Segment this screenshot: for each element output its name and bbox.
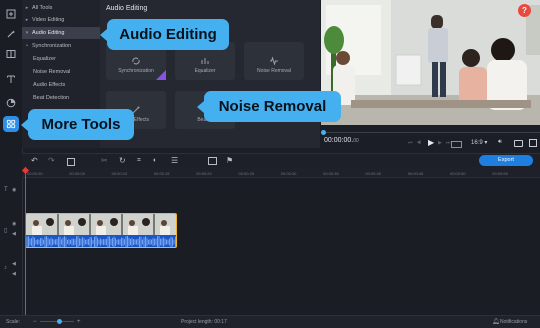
track-mute-icon[interactable]: ◀ <box>12 271 16 277</box>
seek-track[interactable] <box>321 132 540 133</box>
ruler-tick-label: 00:00:45 <box>407 171 424 176</box>
import-icon[interactable] <box>3 6 19 22</box>
tree-item-label: Audio Effects <box>33 82 66 88</box>
rotate-icon[interactable]: ↻ <box>119 156 126 165</box>
status-bar: Scale: − + Project length: 00:17 🔔︎ Noti… <box>0 315 540 328</box>
tool-tile-noise-removal[interactable]: Noise Removal <box>244 42 304 80</box>
collapse-icon: ▾ <box>25 30 29 36</box>
tree-item-all-tools[interactable]: ▸ All Tools <box>22 2 100 14</box>
tree-item-label: Noise Removal <box>33 69 71 75</box>
tree-item-audio-editing[interactable]: ▾ Audio Editing <box>22 27 100 39</box>
camera-icon[interactable] <box>514 140 523 147</box>
timecode: 00:00:00.00 <box>324 137 359 144</box>
tree-item-label: Audio Editing <box>32 30 65 36</box>
tree-item-label: Equalizer <box>33 56 56 62</box>
player-controls: 00:00:00.00 ⏮◀ ▶ ▶⏭ 16:9 ▾ 🔊︎ <box>321 125 540 153</box>
callout-audio-editing: Audio Editing <box>100 19 229 50</box>
aspect-ratio-select[interactable]: 16:9 ▾ <box>471 139 487 146</box>
timecode-main: 00:00:00. <box>324 137 354 144</box>
aspect-label: 16:9 <box>471 140 483 146</box>
tree-item-equalizer[interactable]: Equalizer <box>22 53 111 65</box>
titles-icon[interactable] <box>3 71 19 87</box>
more-tools-icon[interactable] <box>3 116 19 132</box>
crop-icon[interactable]: ⌗ <box>137 157 141 165</box>
clip-thumbnails <box>26 214 176 236</box>
playhead[interactable] <box>25 167 26 315</box>
track-eye-icon[interactable]: ◉ <box>12 221 16 227</box>
ruler-tick-label: 00:00:10 <box>111 171 128 176</box>
delete-icon[interactable] <box>67 158 75 166</box>
panel-title: Audio Editing <box>106 5 148 12</box>
video-clip[interactable] <box>25 213 177 237</box>
track-headers: T ◉ ▯ ◉ ◀ ♪ ◀ ◀ <box>0 177 23 315</box>
tile-label: Noise Removal <box>257 68 291 74</box>
scale-label: Scale: <box>6 319 20 325</box>
tree-item-beat-detection[interactable]: Beat Detection <box>22 92 111 104</box>
callout-noise-removal: Noise Removal <box>197 91 341 122</box>
color-adjust-icon[interactable]: ◐ <box>153 157 157 164</box>
volume-icon[interactable]: 🔊︎ <box>498 139 502 146</box>
expand-icon: ▸ <box>25 5 29 11</box>
cut-icon[interactable]: ✂ <box>101 156 108 165</box>
notifications-icon[interactable]: 🔔︎ <box>492 316 500 328</box>
left-tool-rail <box>0 0 23 165</box>
project-length: Project length: 00:17 <box>181 319 227 325</box>
ruler-tick-label: 00:00:35 <box>323 171 339 176</box>
scale-slider-handle[interactable] <box>57 319 62 324</box>
ruler-tick-label: 00:00:25 <box>238 171 255 176</box>
export-button[interactable]: Export <box>479 155 533 166</box>
ruler-tick-label: 00:00:00 <box>27 171 43 176</box>
play-icon[interactable]: ▶ <box>428 138 434 147</box>
preview-frame-image <box>321 0 540 125</box>
tree-item-label: All Tools <box>32 5 53 11</box>
track-eye-icon[interactable]: ◉ <box>12 187 16 193</box>
tile-label: Equalizer <box>194 68 216 74</box>
music-track-icon: ♪ <box>4 265 7 271</box>
text-track-icon: T <box>4 187 8 193</box>
audio-waveform[interactable] <box>25 235 177 248</box>
snapshot-icon[interactable] <box>451 141 462 148</box>
video-track-icon: ▯ <box>4 228 8 234</box>
magic-wand-icon[interactable] <box>3 26 19 42</box>
ruler-tick-label: 00:00:50 <box>450 171 466 176</box>
zoom-out-icon[interactable]: − <box>33 316 37 328</box>
help-button[interactable]: ? <box>518 4 531 17</box>
marker-flag-icon[interactable]: ⚑ <box>226 156 233 165</box>
waveform-graphic <box>26 235 176 247</box>
track-volume-icon[interactable]: ◀ <box>12 261 16 267</box>
undo-icon[interactable]: ↶ <box>31 156 38 165</box>
notifications-label[interactable]: Notifications <box>500 316 527 328</box>
ruler-tick-label: 00:00:15 <box>153 171 170 176</box>
callout-more-tools: More Tools <box>21 109 134 140</box>
premium-badge-icon <box>156 70 166 80</box>
ruler-tick-label: 00:00:55 <box>492 171 508 176</box>
tree-item-noise-removal[interactable]: Noise Removal <box>22 66 111 78</box>
redo-icon[interactable]: ↷ <box>48 156 55 165</box>
seek-handle[interactable] <box>321 130 326 135</box>
tree-item-label: Video Editing <box>32 17 65 23</box>
clip-properties-icon[interactable]: ☰ <box>171 156 178 165</box>
zoom-in-icon[interactable]: + <box>77 316 81 328</box>
insert-media-icon[interactable] <box>208 157 217 165</box>
expand-icon: ▸ <box>25 17 29 23</box>
ruler-tick-label: 00:00:40 <box>365 171 381 176</box>
tree-item-synchronization[interactable]: • Synchronization <box>22 40 100 52</box>
stickers-icon[interactable] <box>3 95 19 111</box>
bullet-icon: • <box>26 43 28 49</box>
video-preview <box>321 0 540 125</box>
ruler-tick-label: 00:00:05 <box>69 171 85 176</box>
tree-item-label: Beat Detection <box>33 95 70 101</box>
fullscreen-icon[interactable] <box>529 139 537 147</box>
ruler-tick-label: 00:00:20 <box>196 171 212 176</box>
ruler-tick-label: 00:00:30 <box>280 171 297 176</box>
tree-item-video-editing[interactable]: ▸ Video Editing <box>22 14 100 26</box>
timeline-toolbar: ↶ ↷ ✂ ↻ ⌗ ◐ ☰ ⚑ <box>22 153 540 168</box>
skip-back-icon[interactable]: ⏮◀ <box>408 140 425 146</box>
tree-item-audio-effects[interactable]: Audio Effects <box>22 79 111 91</box>
track-volume-icon[interactable]: ◀ <box>12 231 16 237</box>
timecode-frames: 00 <box>353 138 359 144</box>
transitions-icon[interactable] <box>3 46 19 62</box>
tree-item-label: Synchronization <box>32 43 72 49</box>
